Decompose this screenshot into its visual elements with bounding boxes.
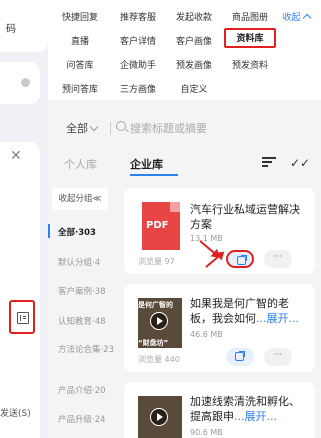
view-count: 浏览量 97 xyxy=(138,257,175,266)
scope-select[interactable]: 全部 xyxy=(66,120,99,136)
quick-item-library[interactable]: 资料库 xyxy=(224,28,276,48)
video-thumbnail: 是何广智的 “财盘坊” xyxy=(138,298,182,348)
share-button[interactable] xyxy=(226,348,254,366)
quick-item[interactable]: 自定义 xyxy=(166,82,222,95)
active-group-indicator xyxy=(48,224,50,238)
card-title: 如果我是何广智的老板，我会如何...展开... xyxy=(190,297,299,325)
pdf-file-icon: PDF xyxy=(142,202,180,250)
file-size: 46.6 MB xyxy=(190,330,223,339)
left-list-item[interactable] xyxy=(0,62,40,104)
left-chat-panel xyxy=(0,142,40,438)
video-card[interactable]: 是何广智的 “财盘坊” 如果我是何广智的老板，我会如何...展开... 46.6… xyxy=(124,284,315,372)
document-icon xyxy=(17,312,29,324)
chevron-up-icon xyxy=(302,13,311,23)
quick-item[interactable]: 预发资料 xyxy=(222,58,278,71)
close-icon[interactable]: ✕ xyxy=(10,148,22,164)
chevron-down-icon xyxy=(89,122,99,132)
library-tabs: 个人库 企业库 ✓✓ xyxy=(48,148,321,178)
more-button[interactable]: ··· xyxy=(264,348,292,366)
left-top-text: 码 xyxy=(6,24,16,35)
play-icon xyxy=(150,312,168,330)
quick-item[interactable]: 问答库 xyxy=(52,58,108,71)
share-icon xyxy=(235,351,245,361)
search-icon xyxy=(116,121,126,131)
group-item[interactable]: 方法论合集·23 xyxy=(58,343,114,355)
collapse-groups-button[interactable]: 收起分组≪ xyxy=(52,188,108,210)
quick-item[interactable]: 推荐客服 xyxy=(110,10,166,23)
file-card[interactable]: PDF 汽车行业私域运营解决方案 13.1 MB 浏览量 97 ··· xyxy=(124,188,315,274)
group-item[interactable]: 产品介绍·20 xyxy=(58,384,106,396)
sidebar-tools-panel: 快捷回复 推荐客服 发起收款 商品图册 收起 直播 客户详情 客户画像 资料库 … xyxy=(48,0,321,438)
share-button[interactable] xyxy=(226,250,254,268)
video-thumbnail xyxy=(138,396,182,438)
collapse-button[interactable]: 收起 xyxy=(274,10,318,23)
group-item[interactable]: 认知教育·48 xyxy=(58,315,106,327)
thumbnail-caption: 是何广智的 xyxy=(138,301,173,309)
quick-menu: 快捷回复 推荐客服 发起收款 商品图册 收起 直播 客户详情 客户画像 资料库 … xyxy=(48,0,321,100)
search-bar: 全部 搜索标题或摘要 xyxy=(48,114,321,142)
quick-item[interactable]: 客户详情 xyxy=(110,34,166,47)
divider xyxy=(110,122,111,135)
group-list: 收起分组≪ 全部·303 默认分组·4 客户案例·38 认知教育·48 方法论合… xyxy=(48,184,114,438)
more-button[interactable]: ··· xyxy=(264,250,292,268)
group-item[interactable]: 产品升级·24 xyxy=(58,413,106,425)
double-check-icon[interactable]: ✓✓ xyxy=(290,156,310,170)
send-button-label[interactable]: 发送(S) xyxy=(0,406,31,419)
tab-enterprise[interactable]: 企业库 xyxy=(130,156,163,172)
left-panel-top: 码 xyxy=(0,0,48,52)
filter-icon[interactable] xyxy=(262,156,276,168)
video-card[interactable]: 加速线索清洗和孵化、提高跟申...展开... 90.6 MB xyxy=(124,382,315,438)
scope-label: 全部 xyxy=(66,122,88,135)
quick-item[interactable]: 预发画像 xyxy=(166,58,222,71)
quick-item[interactable]: 客户画像 xyxy=(166,34,222,47)
file-size: 13.1 MB xyxy=(190,234,223,243)
status-dot xyxy=(21,78,30,87)
group-item[interactable]: 默认分组·4 xyxy=(58,256,100,268)
tab-personal[interactable]: 个人库 xyxy=(64,156,97,172)
group-item[interactable]: 客户案例·38 xyxy=(58,285,106,297)
view-count: 浏览量 440 xyxy=(138,355,180,364)
search-input[interactable]: 搜索标题或摘要 xyxy=(130,120,207,136)
quick-item[interactable]: 直播 xyxy=(52,34,108,47)
share-icon xyxy=(237,255,247,265)
expand-link[interactable]: ...展开... xyxy=(234,410,277,423)
quick-item[interactable]: 三方画像 xyxy=(110,82,166,95)
group-item[interactable]: 全部·303 xyxy=(58,226,96,238)
expand-link[interactable]: ...展开... xyxy=(256,312,299,325)
quick-item[interactable]: 预问答库 xyxy=(52,82,108,95)
quick-item[interactable]: 商品图册 xyxy=(222,10,278,23)
card-title: 汽车行业私域运营解决方案 xyxy=(190,203,300,231)
quick-item[interactable]: 发起收款 xyxy=(166,10,222,23)
library-toggle-button[interactable] xyxy=(9,300,35,334)
play-icon xyxy=(150,408,168,426)
quick-item[interactable]: 企微助手 xyxy=(110,58,166,71)
quick-item[interactable]: 快捷回复 xyxy=(52,10,108,23)
card-title: 加速线索清洗和孵化、提高跟申...展开... xyxy=(190,395,300,423)
collapse-label: 收起 xyxy=(282,13,301,23)
thumbnail-caption: “财盘坊” xyxy=(138,339,169,347)
file-size: 90.6 MB xyxy=(190,428,223,437)
active-tab-indicator xyxy=(130,174,178,176)
